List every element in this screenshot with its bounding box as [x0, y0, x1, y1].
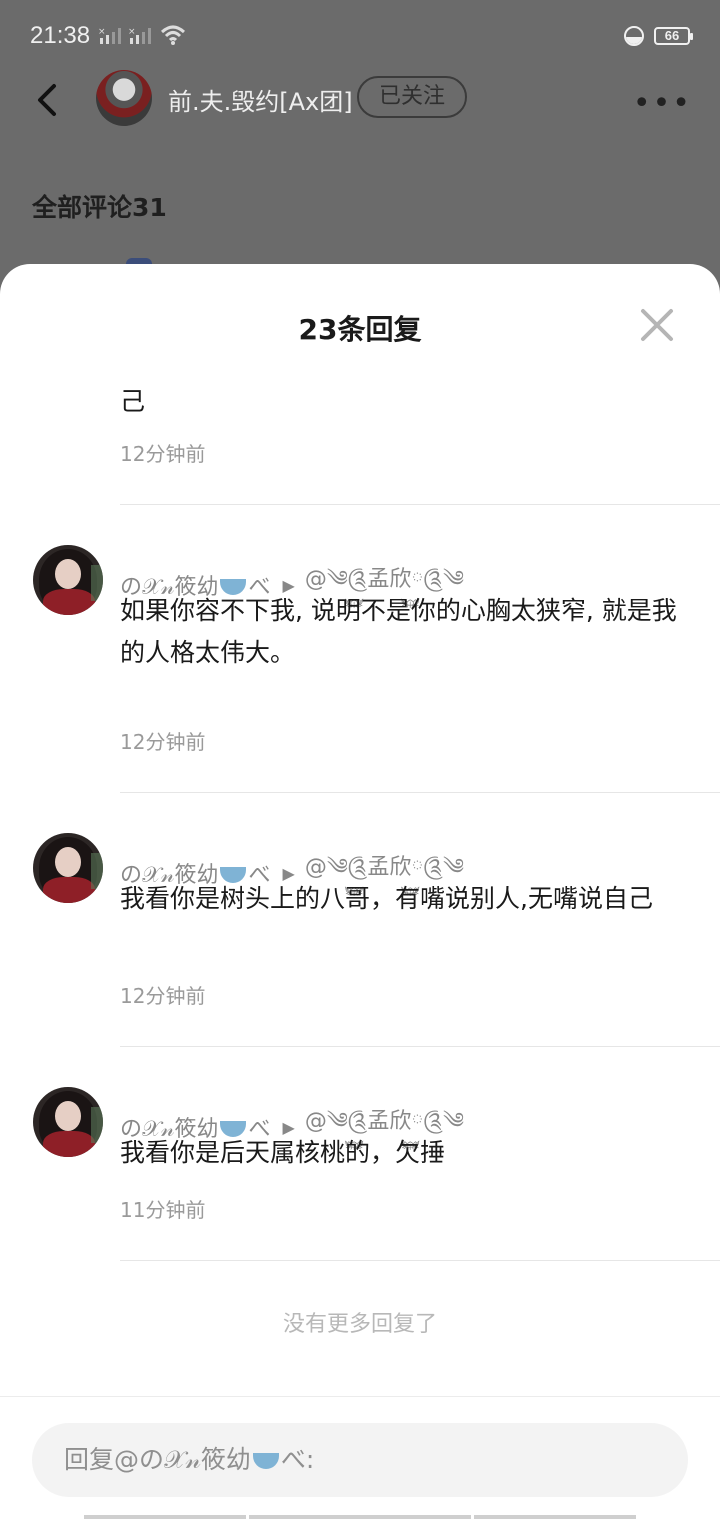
divider	[120, 1046, 720, 1047]
reply-time: 11分钟前	[120, 1198, 206, 1222]
reply-placeholder: 回复@の𝒳𝓃筱幼	[64, 1445, 251, 1474]
sheet-title: 23条回复	[298, 313, 422, 346]
replies-sheet: 23条回复 己 12分钟前 の𝒳𝓃筱幼 べ ▶ @༄༊࿆孟欣࿆༊༄ 如果你容不下…	[0, 264, 720, 1520]
reply-text[interactable]: 我看你是树头上的八哥，有嘴说别人,无嘴说自己	[120, 878, 690, 920]
divider	[120, 504, 720, 505]
all-comments-heading: 全部评论31	[32, 193, 167, 222]
nav-hint	[474, 1515, 636, 1519]
follow-button[interactable]: 已关注	[357, 76, 467, 118]
previous-reply-tail: 己	[120, 387, 146, 416]
reply-text[interactable]: 如果你容不下我, 说明不是你的心胸太狭窄, 就是我的人格太伟大。	[120, 590, 690, 674]
signal-icon-2: ×	[128, 27, 151, 44]
reply-bar: 回复@の𝒳𝓃筱幼 べ:	[0, 1396, 720, 1521]
reply-time: 12分钟前	[120, 984, 206, 1008]
battery-icon: 66	[654, 27, 693, 45]
reply-avatar[interactable]	[33, 833, 103, 903]
no-more-replies: 没有更多回复了	[282, 1312, 437, 1337]
status-bar: 21:38 × × 66	[0, 0, 720, 72]
author-avatar[interactable]	[96, 70, 152, 126]
reply-placeholder-suffix: べ:	[280, 1445, 315, 1474]
do-not-disturb-icon	[624, 26, 644, 46]
reply-text[interactable]: 我看你是后天属核桃的，欠捶	[120, 1132, 690, 1174]
signal-icon: ×	[98, 27, 121, 44]
reply-time: 12分钟前	[120, 730, 206, 754]
reply-avatar[interactable]	[33, 545, 103, 615]
more-options-icon[interactable]: •••	[633, 86, 692, 121]
divider	[120, 792, 720, 793]
svg-text:×: ×	[98, 27, 106, 37]
post-header: 前.夫.毁约[Ax团] 已关注 •••	[0, 70, 720, 130]
bowl-emoji-icon	[252, 1453, 279, 1469]
close-icon[interactable]	[640, 308, 674, 342]
svg-text:×: ×	[128, 27, 136, 37]
status-time: 21:38	[30, 22, 91, 49]
reply-time: 12分钟前	[120, 442, 206, 466]
reply-avatar[interactable]	[33, 1087, 103, 1157]
nav-hint	[249, 1515, 471, 1519]
reply-input[interactable]: 回复@の𝒳𝓃筱幼 べ:	[32, 1423, 688, 1497]
nav-hint	[84, 1515, 246, 1519]
divider	[120, 1260, 720, 1261]
author-name[interactable]: 前.夫.毁约[Ax团]	[168, 82, 353, 117]
wifi-icon	[160, 25, 186, 45]
back-arrow-icon[interactable]	[30, 80, 66, 120]
